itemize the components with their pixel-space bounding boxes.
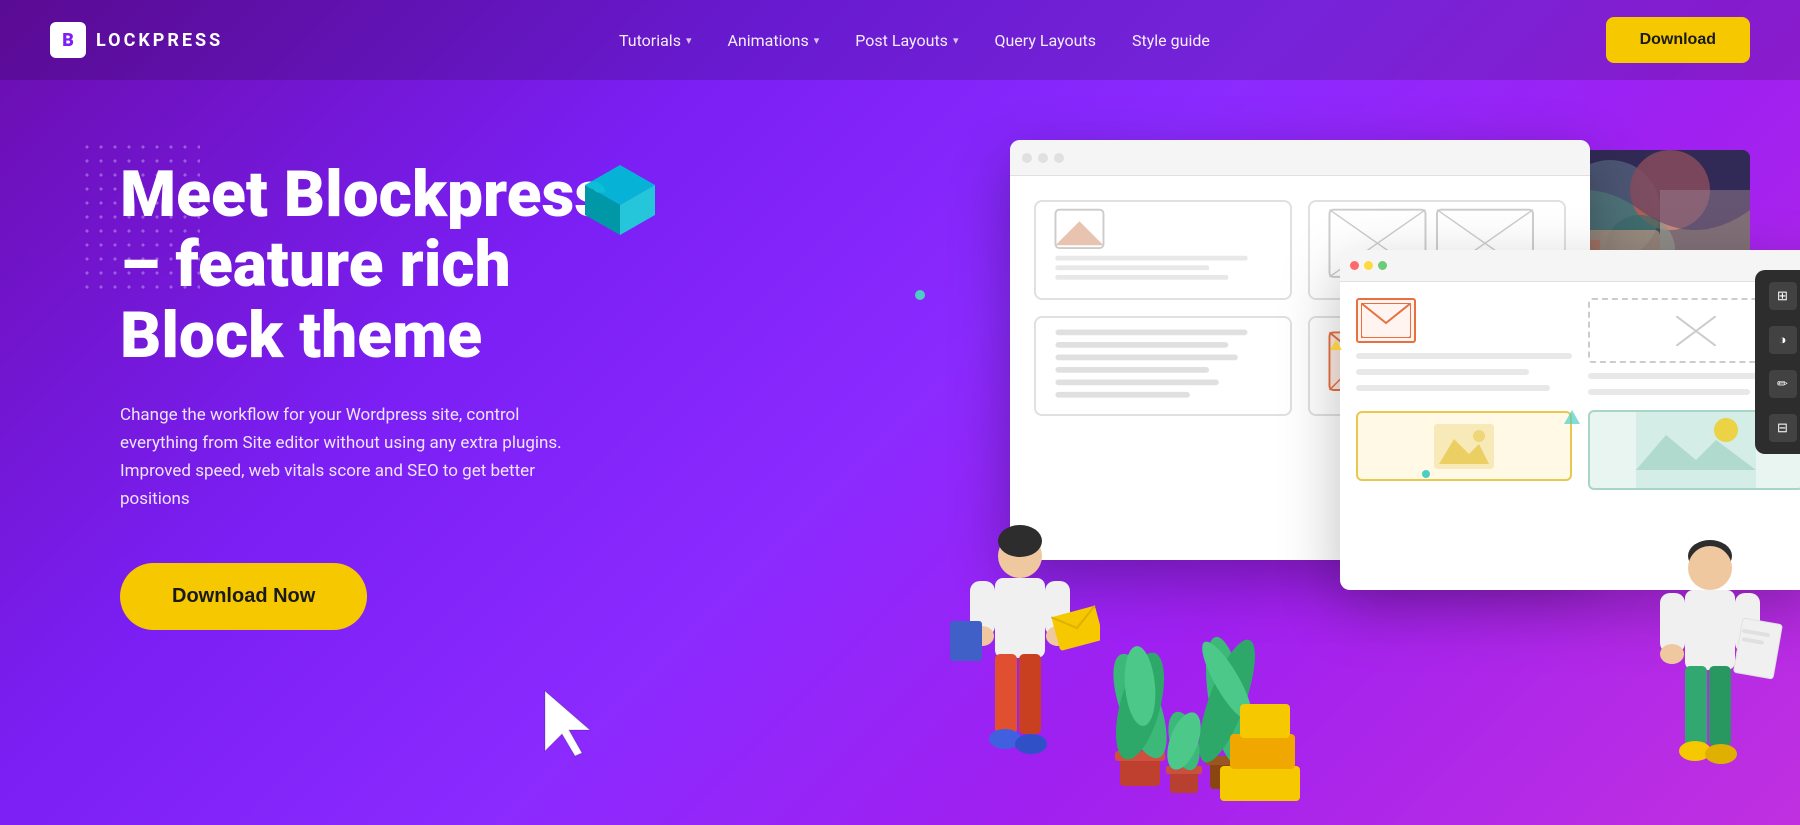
download-now-button[interactable]: Download Now: [120, 563, 367, 630]
text-line-3: [1356, 385, 1550, 391]
chevron-down-icon: ▾: [686, 34, 692, 47]
browser-dot-1: [1022, 153, 1032, 163]
nav-item-style-guide[interactable]: Style guide: [1132, 31, 1210, 50]
cursor-icon: [540, 686, 600, 765]
panel-icon-3[interactable]: ✏: [1769, 370, 1797, 398]
nav-item-tutorials[interactable]: Tutorials ▾: [619, 31, 692, 50]
panel-icon-1[interactable]: ⊞: [1769, 282, 1797, 310]
text-line-1: [1356, 353, 1572, 359]
design-panel: ⊞ ◑ ✏ ⊟: [1755, 270, 1800, 454]
browser-dot-green: [1378, 261, 1387, 270]
hero-section: Meet Blockpress – feature rich Block the…: [0, 80, 1800, 825]
image-placeholder: [1356, 411, 1572, 481]
accent-triangle-1: [1564, 410, 1580, 424]
mock-card-3: [1034, 316, 1292, 416]
panel-icon-2[interactable]: ◑: [1769, 326, 1797, 354]
floating-cube: [580, 160, 660, 240]
hero-title: Meet Blockpress – feature rich Block the…: [120, 160, 607, 371]
download-button[interactable]: Download: [1606, 17, 1750, 63]
browser-dot-yellow: [1364, 261, 1373, 270]
navbar: B LOCKPRESS Tutorials ▾ Animations ▾ Pos…: [0, 0, 1800, 80]
hero-illustration: ⊞ ◑ ✏ ⊟: [910, 90, 1800, 810]
hero-content: Meet Blockpress – feature rich Block the…: [120, 160, 607, 630]
browser2-left: [1356, 298, 1572, 574]
browser-dot-2: [1038, 153, 1048, 163]
accent-dot-small: [1422, 470, 1430, 478]
logo-icon: B: [50, 22, 86, 58]
browser-bar-2: [1340, 250, 1800, 282]
browser-dot-3: [1054, 153, 1064, 163]
text-line-2: [1356, 369, 1529, 375]
mock-card-1: [1034, 200, 1292, 300]
nav-item-query-layouts[interactable]: Query Layouts: [994, 31, 1096, 50]
nav-links: Tutorials ▾ Animations ▾ Post Layouts ▾ …: [619, 31, 1210, 50]
person-right-illustration: [1630, 516, 1790, 810]
nav-item-animations[interactable]: Animations ▾: [727, 31, 819, 50]
accent-dot-teal: [915, 290, 925, 300]
chevron-down-icon: ▾: [814, 34, 820, 47]
nav-item-post-layouts[interactable]: Post Layouts ▾: [855, 31, 958, 50]
browser-dot-red: [1350, 261, 1359, 270]
text-line-r2: [1588, 389, 1750, 395]
browser-bar: [1010, 140, 1590, 176]
accent-triangle-2: [1330, 340, 1342, 350]
chevron-down-icon: ▾: [953, 34, 959, 47]
logo-text: LOCKPRESS: [96, 30, 223, 51]
person-left-illustration: [940, 506, 1100, 810]
panel-icon-4[interactable]: ⊟: [1769, 414, 1797, 442]
stack-boxes-illustration: [1210, 666, 1330, 810]
hero-subtitle: Change the workflow for your Wordpress s…: [120, 401, 600, 513]
envelope-icon: [1356, 298, 1416, 343]
logo[interactable]: B LOCKPRESS: [50, 22, 223, 58]
